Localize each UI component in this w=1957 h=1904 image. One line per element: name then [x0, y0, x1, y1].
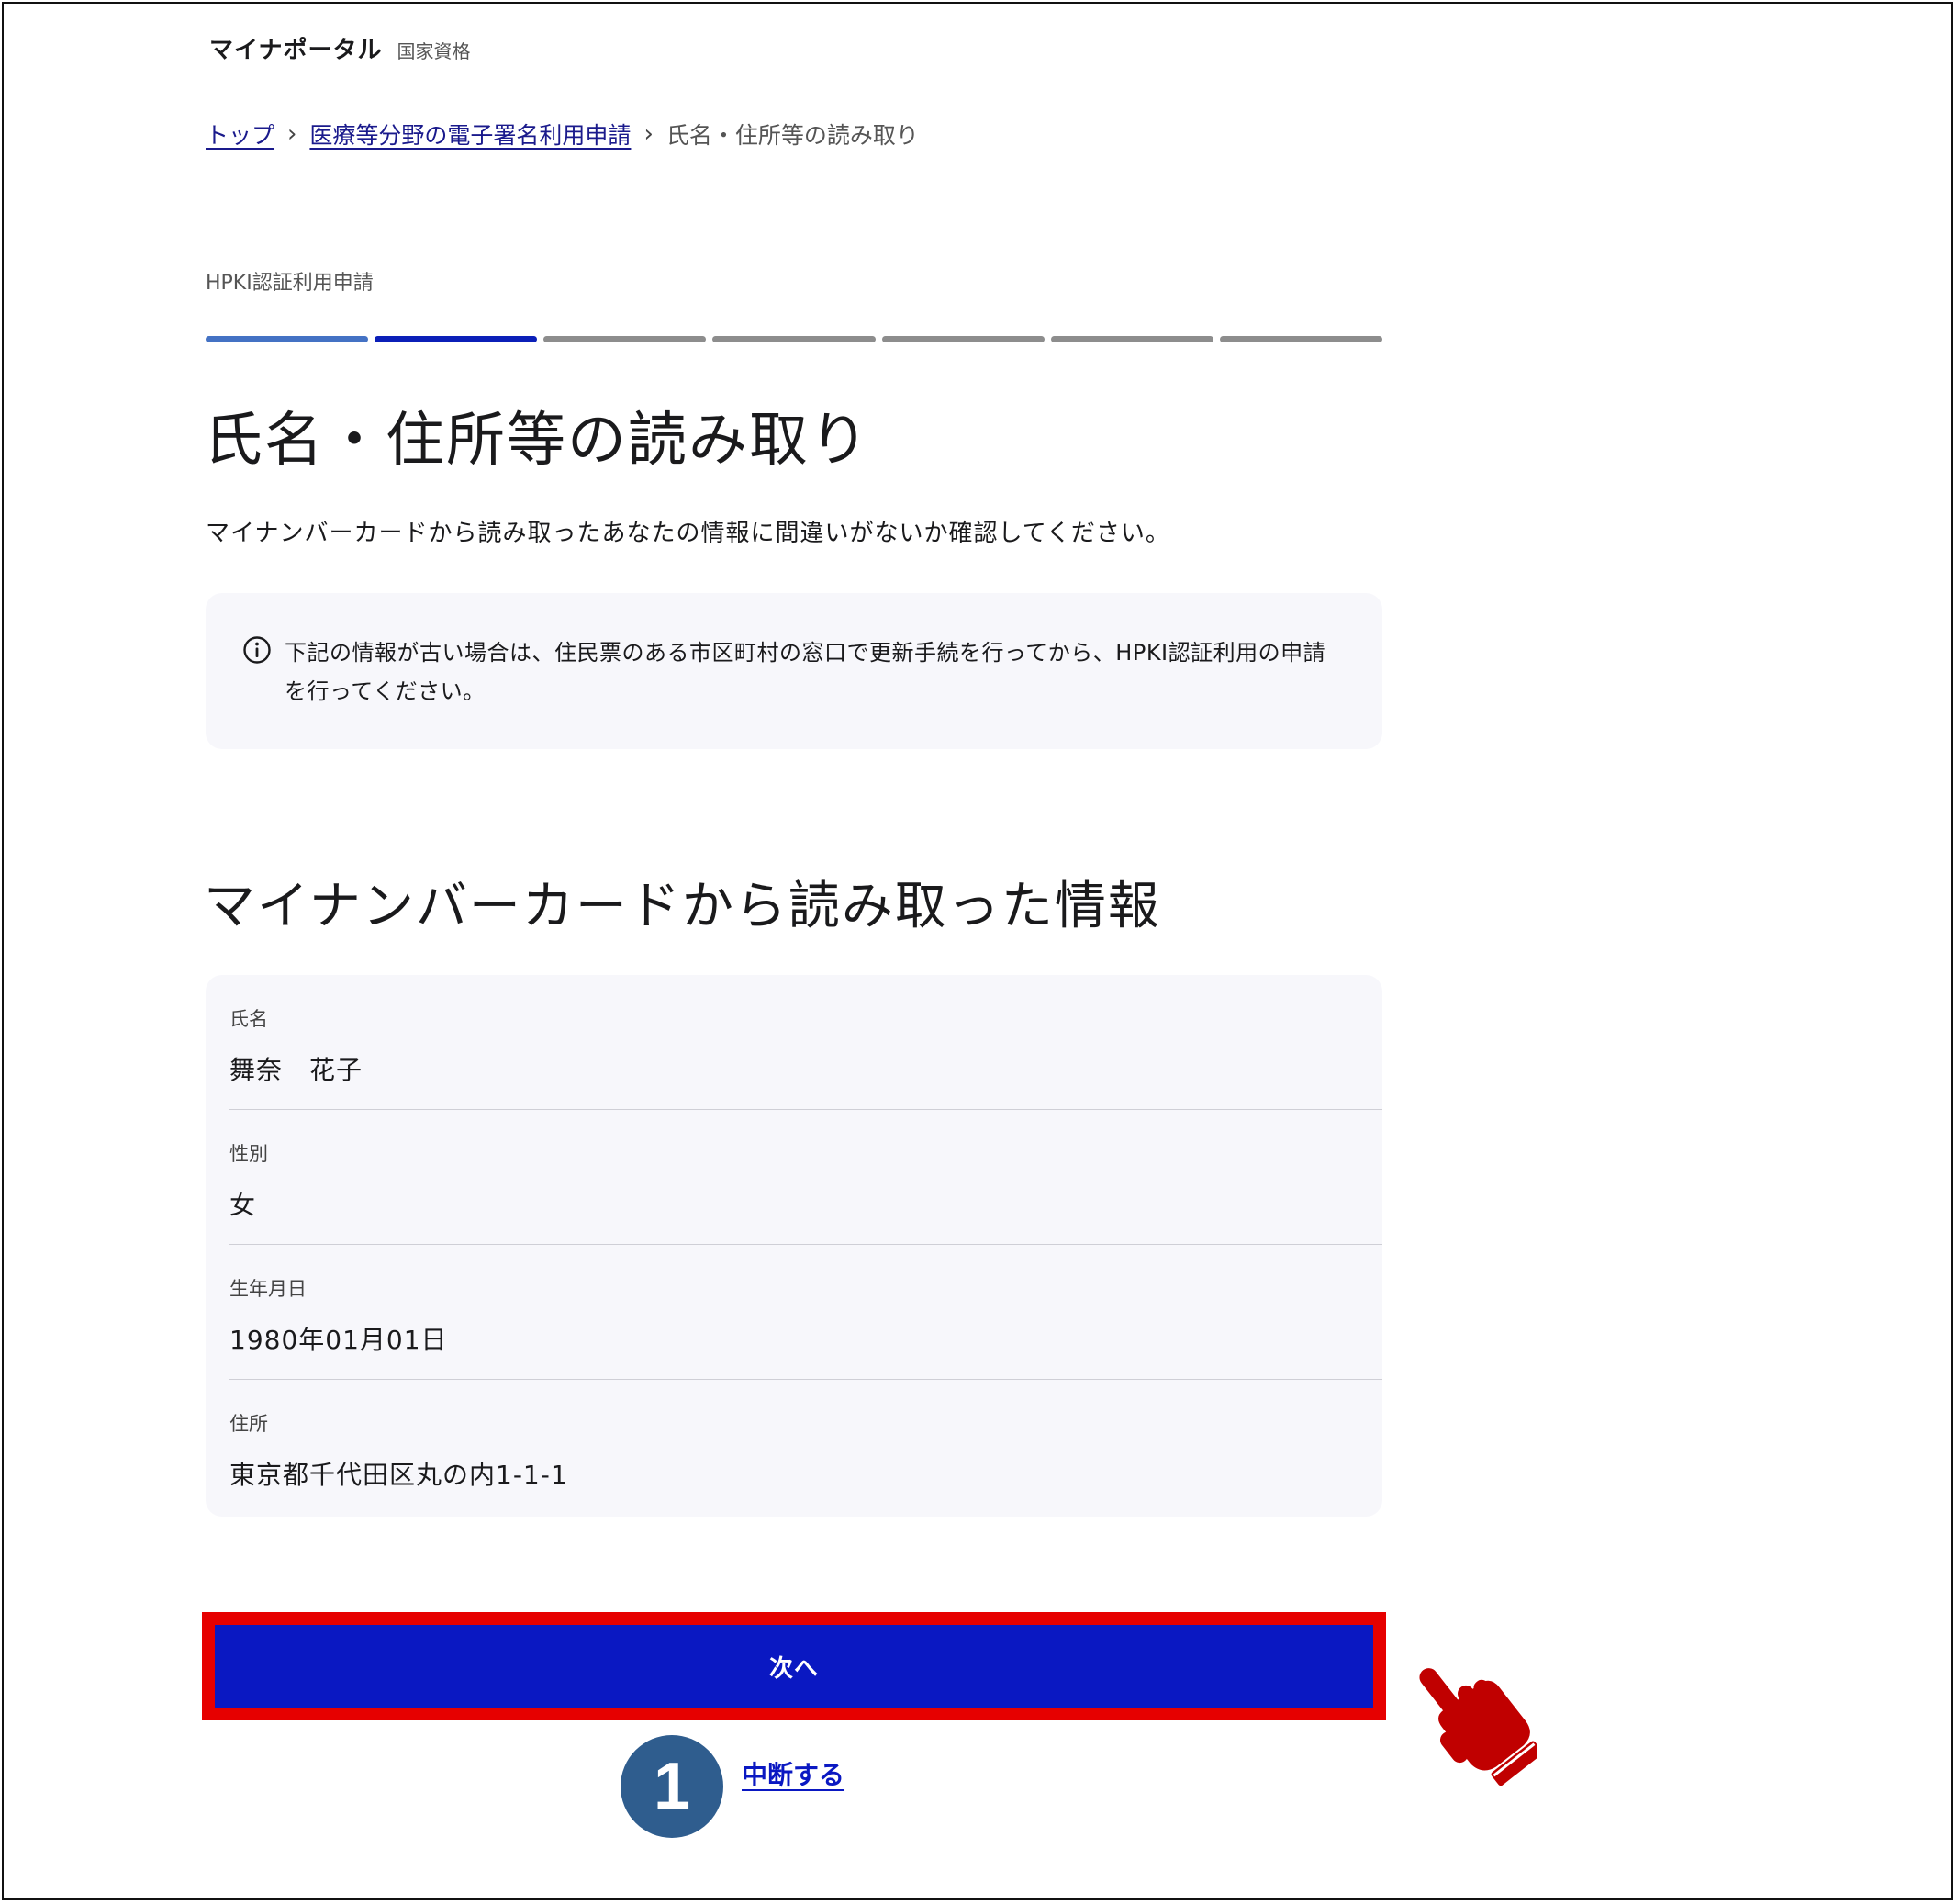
highlight-box: 次へ — [202, 1612, 1386, 1720]
progress-segment-4 — [712, 336, 876, 342]
progress-segment-6 — [1050, 336, 1213, 342]
progress-segment-3 — [543, 336, 707, 342]
brand-subtitle: 国家資格 — [397, 40, 471, 62]
page-frame: マイナポータル 国家資格 トップ › 医療等分野の電子署名利用申請 › 氏名・住… — [2, 2, 1953, 1900]
brand-logo[interactable]: マイナポータル — [209, 31, 382, 65]
field-label: 住所 — [229, 1413, 268, 1435]
page-title: 氏名・住所等の読み取り — [204, 407, 870, 475]
progress-segment-1 — [206, 336, 369, 342]
field-value: 1980年01月01日 — [229, 1325, 448, 1355]
breadcrumb-parent-link[interactable]: 医療等分野の電子署名利用申請 — [309, 118, 631, 151]
page-lead-text: マイナンバーカードから読み取ったあなたの情報に間違いがないか確認してください。 — [206, 520, 1170, 547]
site-header: マイナポータル 国家資格 — [209, 31, 470, 65]
pointing-hand-icon — [1419, 1668, 1537, 1786]
progress-segment-5 — [881, 336, 1045, 342]
field-name: 氏名 舞奈 花子 — [229, 975, 1382, 1110]
progress-steps — [206, 336, 1382, 343]
field-address: 住所 東京都千代田区丸の内1-1-1 — [229, 1380, 1382, 1515]
progress-segment-7 — [1219, 336, 1382, 342]
field-gender: 性別 女 — [229, 1110, 1382, 1245]
field-label: 生年月日 — [229, 1278, 307, 1300]
progress-segment-2 — [375, 336, 538, 342]
notice-text: 下記の情報が古い場合は、住民票のある市区町村の窓口で更新手続を行ってから、HPK… — [285, 640, 1326, 704]
breadcrumb-top-link[interactable]: トップ — [206, 118, 274, 151]
field-value: 舞奈 花子 — [229, 1055, 363, 1085]
notice-box: 下記の情報が古い場合は、住民票のある市区町村の窓口で更新手続を行ってから、HPK… — [206, 593, 1382, 749]
field-label: 氏名 — [229, 1008, 268, 1030]
section-title: マイナンバーカードから読み取った情報 — [204, 877, 1161, 936]
chevron-right-icon: › — [643, 120, 654, 148]
cancel-link[interactable]: 中断する — [742, 1755, 844, 1792]
field-value: 東京都千代田区丸の内1-1-1 — [229, 1460, 568, 1490]
breadcrumb: トップ › 医療等分野の電子署名利用申請 › 氏名・住所等の読み取り — [206, 118, 919, 151]
progress-label: HPKI認証利用申請 — [206, 272, 374, 295]
card-info-panel: 氏名 舞奈 花子 性別 女 生年月日 1980年01月01日 住所 東京都千代田… — [206, 975, 1382, 1517]
field-birthdate: 生年月日 1980年01月01日 — [229, 1245, 1382, 1380]
next-button[interactable]: 次へ — [215, 1625, 1373, 1708]
info-icon — [243, 636, 271, 664]
chevron-right-icon: › — [287, 120, 297, 148]
field-value: 女 — [229, 1190, 257, 1220]
field-label: 性別 — [229, 1143, 268, 1165]
step-number-badge: 1 — [621, 1735, 723, 1838]
breadcrumb-current: 氏名・住所等の読み取り — [665, 122, 919, 149]
